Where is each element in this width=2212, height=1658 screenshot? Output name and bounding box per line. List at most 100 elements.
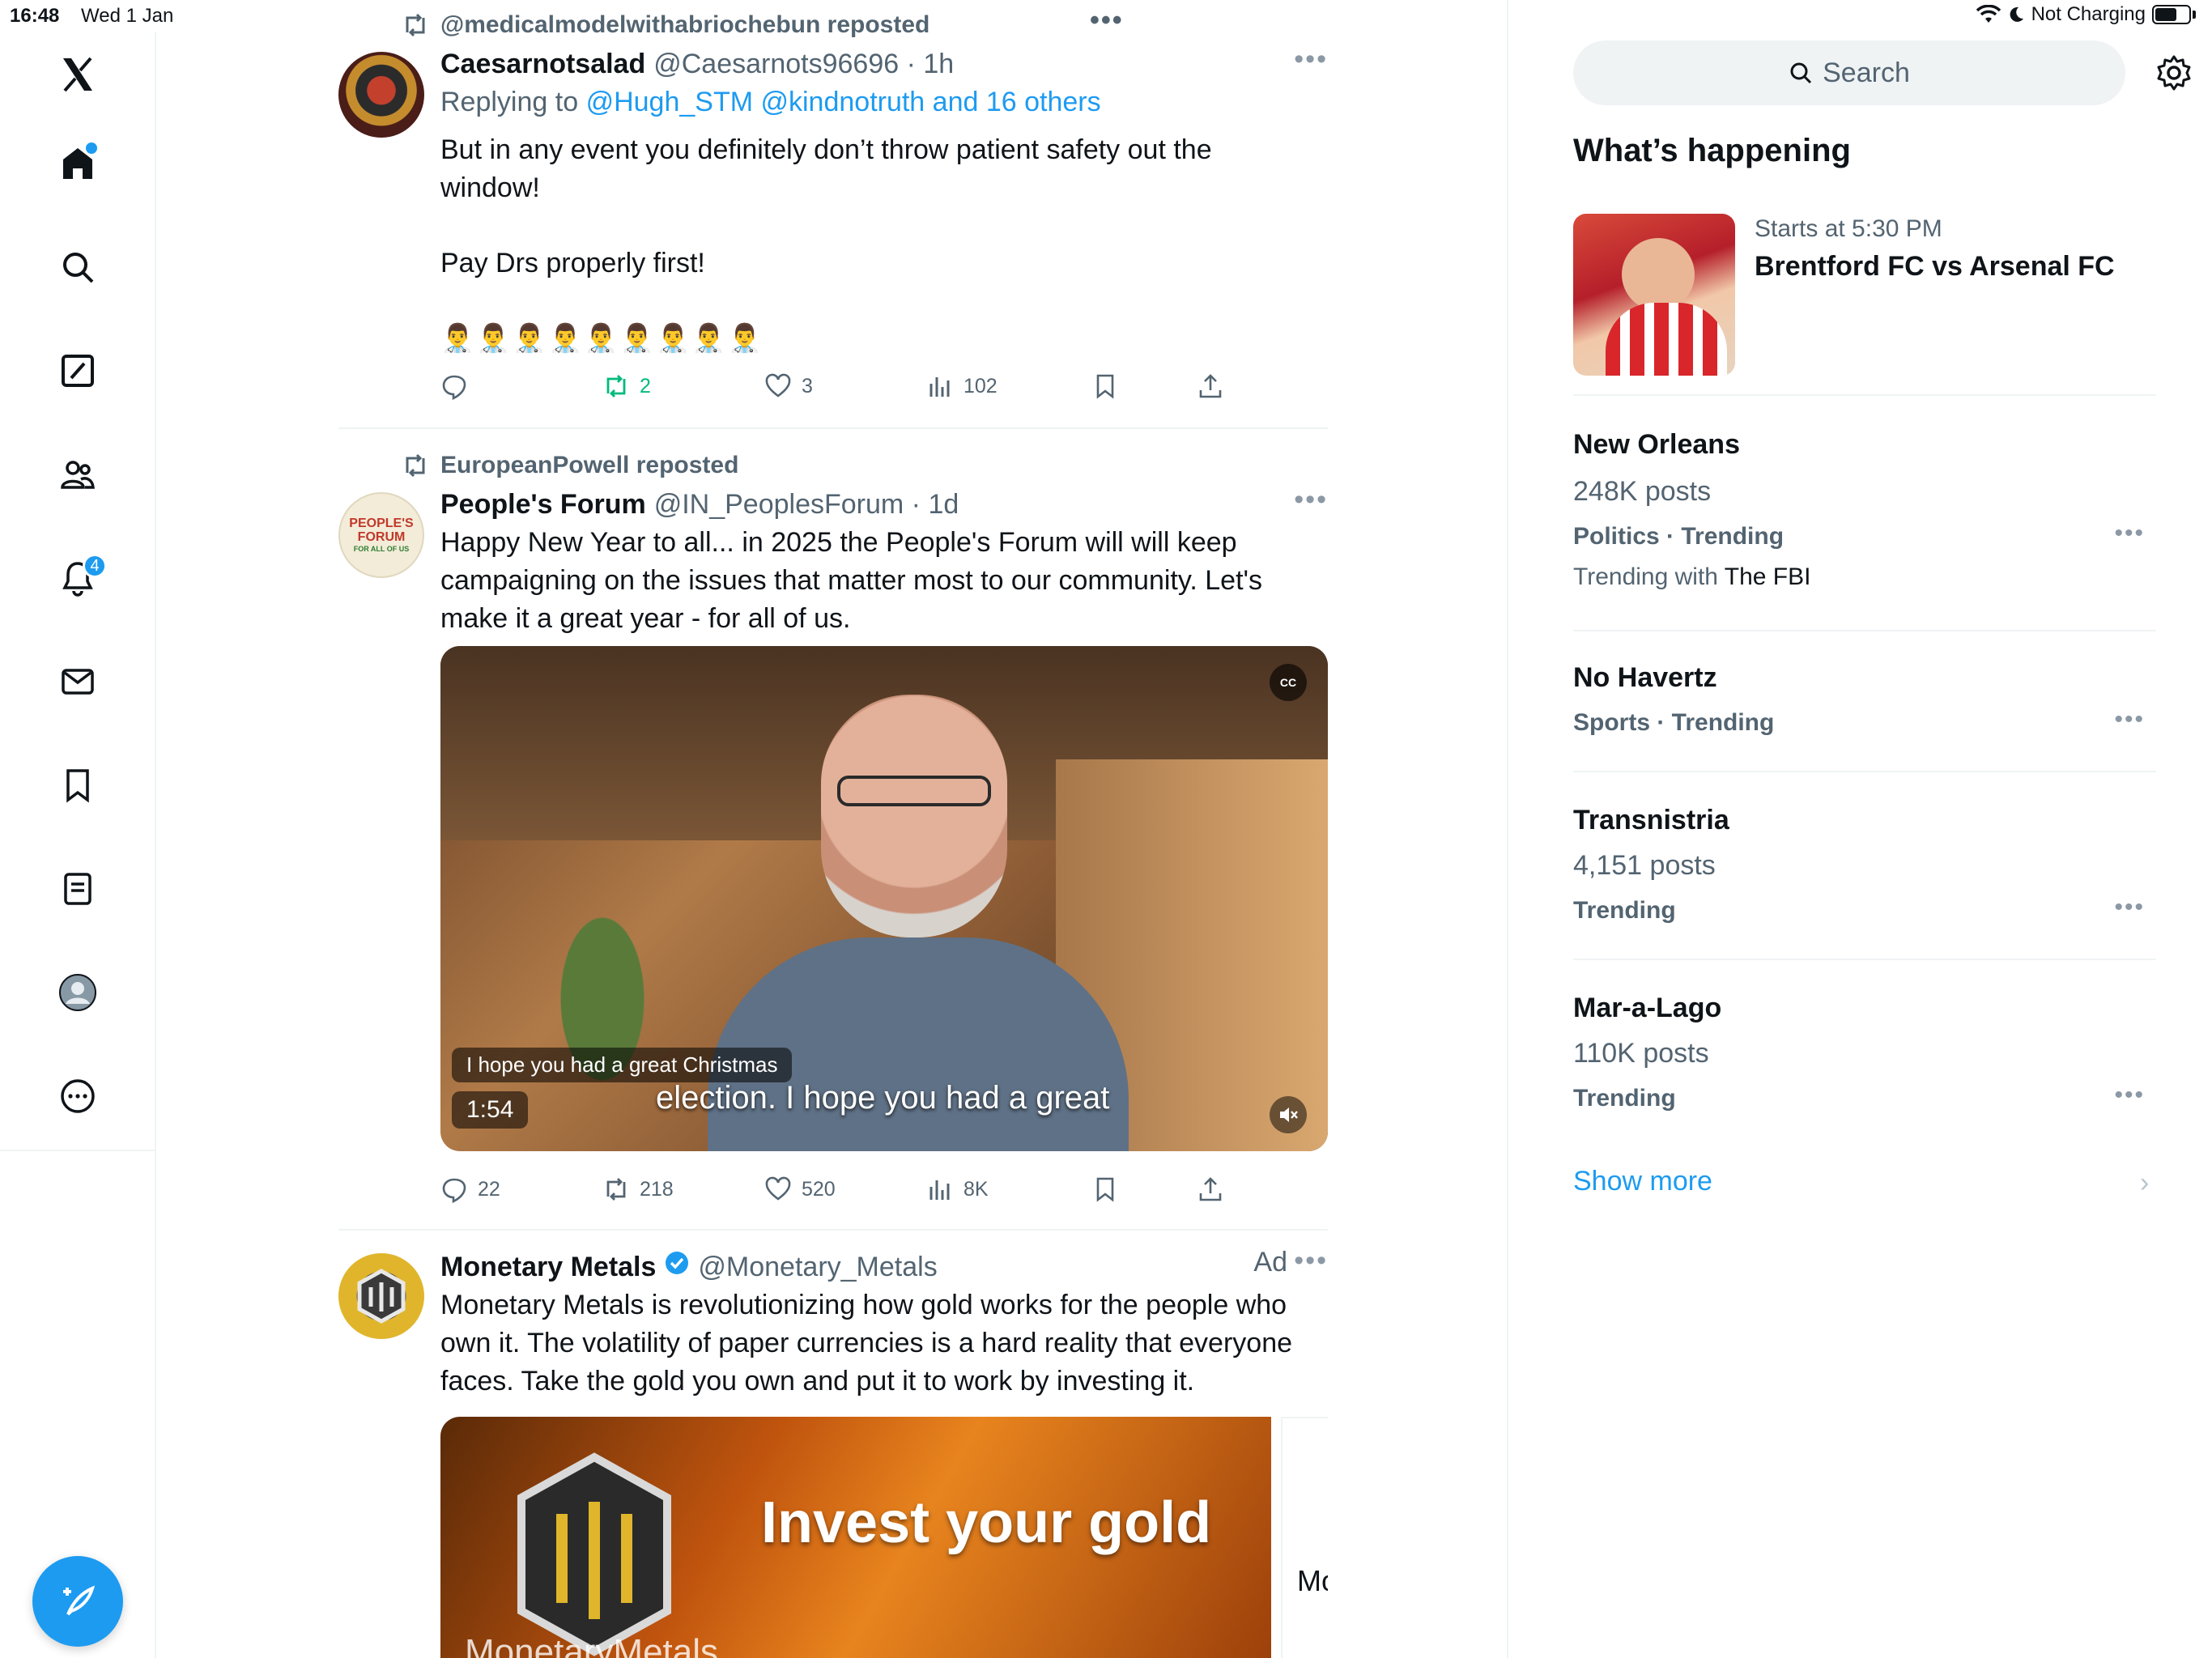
lists-icon[interactable] [53, 865, 102, 913]
author-handle-time[interactable]: @Caesarnots96696 · 1h [653, 49, 954, 80]
avatar[interactable] [338, 52, 424, 138]
ad-card-image[interactable]: Invest your gold MonetaryMetals [440, 1417, 1271, 1658]
trend-item[interactable]: New Orleans 248K posts Politics · Trendi… [1573, 397, 2156, 631]
author-handle[interactable]: @Monetary_Metals [698, 1252, 937, 1283]
avatar[interactable] [338, 1253, 424, 1339]
views-button[interactable]: 8K [926, 1175, 989, 1203]
trend-with: Trending with The FBI [1573, 563, 1810, 591]
compose-post-button[interactable] [32, 1556, 123, 1647]
messages-icon[interactable] [53, 657, 102, 706]
tweet-header: Monetary Metals @Monetary_Metals [440, 1250, 1328, 1283]
ad-card-next[interactable]: Mo [1281, 1417, 1328, 1658]
event-thumbnail [1573, 214, 1735, 376]
show-more-link[interactable]: Show more [1573, 1166, 1712, 1197]
tweet-body: Monetary Metals @Monetary_Metals Ad ••• … [440, 1245, 1328, 1401]
tweet-more-button[interactable]: ••• [1294, 1245, 1328, 1277]
trend-more-button[interactable]: ••• [2114, 706, 2145, 733]
bookmark-icon [1096, 1177, 1114, 1202]
tweet-body: Caesarnotsalad @Caesarnots96696 · 1h •••… [440, 44, 1328, 358]
tweet-text: Happy New Year to all... in 2025 the Peo… [440, 527, 1263, 634]
trend-item[interactable]: No Havertz Sports · Trending ••• [1573, 631, 2156, 772]
views-button[interactable]: 102 [926, 372, 998, 400]
reply-icon [442, 1178, 466, 1203]
trend-title: No Havertz [1573, 662, 1717, 693]
trend-item[interactable]: Mar-a-Lago 110K posts Trending ••• [1573, 960, 2156, 1148]
x-logo-icon[interactable] [53, 50, 102, 99]
more-options-icon[interactable] [53, 1072, 102, 1120]
reply-button[interactable]: 22 [440, 1175, 500, 1203]
trend-title: New Orleans [1573, 429, 1740, 460]
bookmarks-icon[interactable] [53, 761, 102, 810]
repost-indicator: @medicalmodelwithabriochebun reposted [402, 11, 929, 39]
event-item[interactable]: Starts at 5:30 PM Brentford FC vs Arsena… [1573, 214, 2156, 396]
avatar[interactable]: PEOPLE'S FORUM FOR ALL OF US [338, 492, 424, 578]
reply-icon [442, 375, 466, 400]
trend-more-button[interactable]: ••• [2114, 1082, 2145, 1109]
repost-icon [406, 13, 425, 37]
author-name[interactable]: Caesarnotsalad [440, 49, 645, 80]
bookmark-button[interactable] [1091, 1175, 1119, 1203]
event-time: Starts at 5:30 PM [1755, 215, 1942, 242]
search-icon [1790, 62, 1812, 84]
monetary-metals-logo-icon [357, 1269, 406, 1324]
event-title: Brentford FC vs Arsenal FC [1755, 251, 2115, 282]
trend-with-prefix: Trending with [1573, 563, 1718, 590]
share-button[interactable] [1197, 1175, 1224, 1203]
trend-more-button[interactable]: ••• [2114, 894, 2145, 921]
bookmark-button[interactable] [1091, 372, 1119, 400]
profile-avatar-icon[interactable] [53, 968, 102, 1017]
like-button[interactable]: 520 [764, 1175, 836, 1203]
repost-text: EuropeanPowell reposted [440, 452, 739, 478]
trend-category: Sports · Trending [1573, 709, 1775, 736]
video-subtitle: election. I hope you had a great [656, 1080, 1110, 1116]
gear-icon[interactable] [2155, 53, 2193, 92]
trend-item[interactable]: Transnistria 4,151 posts Trending ••• [1573, 772, 2156, 960]
like-count: 520 [802, 1177, 836, 1201]
closed-captions-icon[interactable]: CC [1270, 664, 1307, 701]
notifications-icon[interactable]: 4 [53, 554, 107, 602]
tweet-body: People's Forum @IN_PeoplesForum · 1d •••… [440, 484, 1328, 638]
repost-icon [606, 375, 626, 397]
trend-with-value[interactable]: The FBI [1725, 563, 1811, 590]
tweet-caesarnotsalad[interactable]: @medicalmodelwithabriochebun reposted Ca… [338, 0, 1328, 429]
search-icon[interactable] [53, 243, 102, 291]
timeline-feed: @medicalmodelwithabriochebun reposted Ca… [156, 0, 1507, 1658]
tweet-monetary-metals-ad[interactable]: Monetary Metals @Monetary_Metals Ad ••• … [338, 1231, 1328, 1658]
trend-more-button[interactable]: ••• [2114, 520, 2145, 547]
reply-context: Replying to @Hugh_STM @kindnotruth and 1… [440, 87, 1328, 118]
author-name[interactable]: Monetary Metals [440, 1252, 656, 1283]
trend-category: Trending [1573, 897, 1676, 924]
trend-category: Politics · Trending [1573, 523, 1784, 550]
tweet-text-2: Pay Drs properly first! [440, 248, 705, 278]
reply-button[interactable] [440, 372, 478, 400]
share-button[interactable] [1197, 372, 1224, 400]
like-count: 3 [802, 374, 813, 397]
like-button[interactable]: 3 [764, 372, 813, 400]
reply-prefix: Replying to [440, 87, 579, 117]
author-name[interactable]: People's Forum [440, 489, 646, 521]
tweet-more-button[interactable]: ••• [1294, 484, 1328, 516]
video-duration: 1:54 [452, 1091, 529, 1129]
search-box[interactable]: Search [1573, 40, 2125, 105]
home-icon[interactable] [53, 139, 102, 188]
repost-count: 218 [640, 1177, 674, 1201]
repost-icon [606, 1178, 626, 1201]
compose-quill-icon [63, 1585, 96, 1616]
reply-targets-link[interactable]: @Hugh_STM @kindnotruth and 16 others [586, 87, 1101, 117]
share-icon [1199, 374, 1222, 398]
avatar-text-2: FORUM [357, 530, 406, 544]
tweet-emojis: 👨‍⚕️👨‍⚕️👨‍⚕️👨‍⚕️👨‍⚕️👨‍⚕️👨‍⚕️👨‍⚕️👨‍⚕️ [440, 323, 764, 354]
trend-posts: 248K posts [1573, 476, 1712, 507]
chevron-right-icon: › [2140, 1167, 2150, 1198]
mute-button[interactable] [1270, 1096, 1307, 1133]
verified-badge-icon [666, 1252, 689, 1274]
tweet-more-button[interactable]: ••• [1294, 44, 1328, 75]
author-handle-time[interactable]: @IN_PeoplesForum · 1d [654, 489, 959, 521]
repost-button[interactable]: 218 [602, 1175, 674, 1203]
grok-icon[interactable] [53, 346, 102, 395]
video-player[interactable]: I hope you had a great Christmas electio… [440, 646, 1328, 1151]
communities-icon[interactable] [53, 450, 102, 499]
tweet-peoples-forum[interactable]: EuropeanPowell reposted PEOPLE'S FORUM F… [338, 429, 1328, 1231]
repost-button[interactable]: 2 [602, 372, 651, 400]
avatar-text-3: FOR ALL OF US [353, 545, 410, 553]
